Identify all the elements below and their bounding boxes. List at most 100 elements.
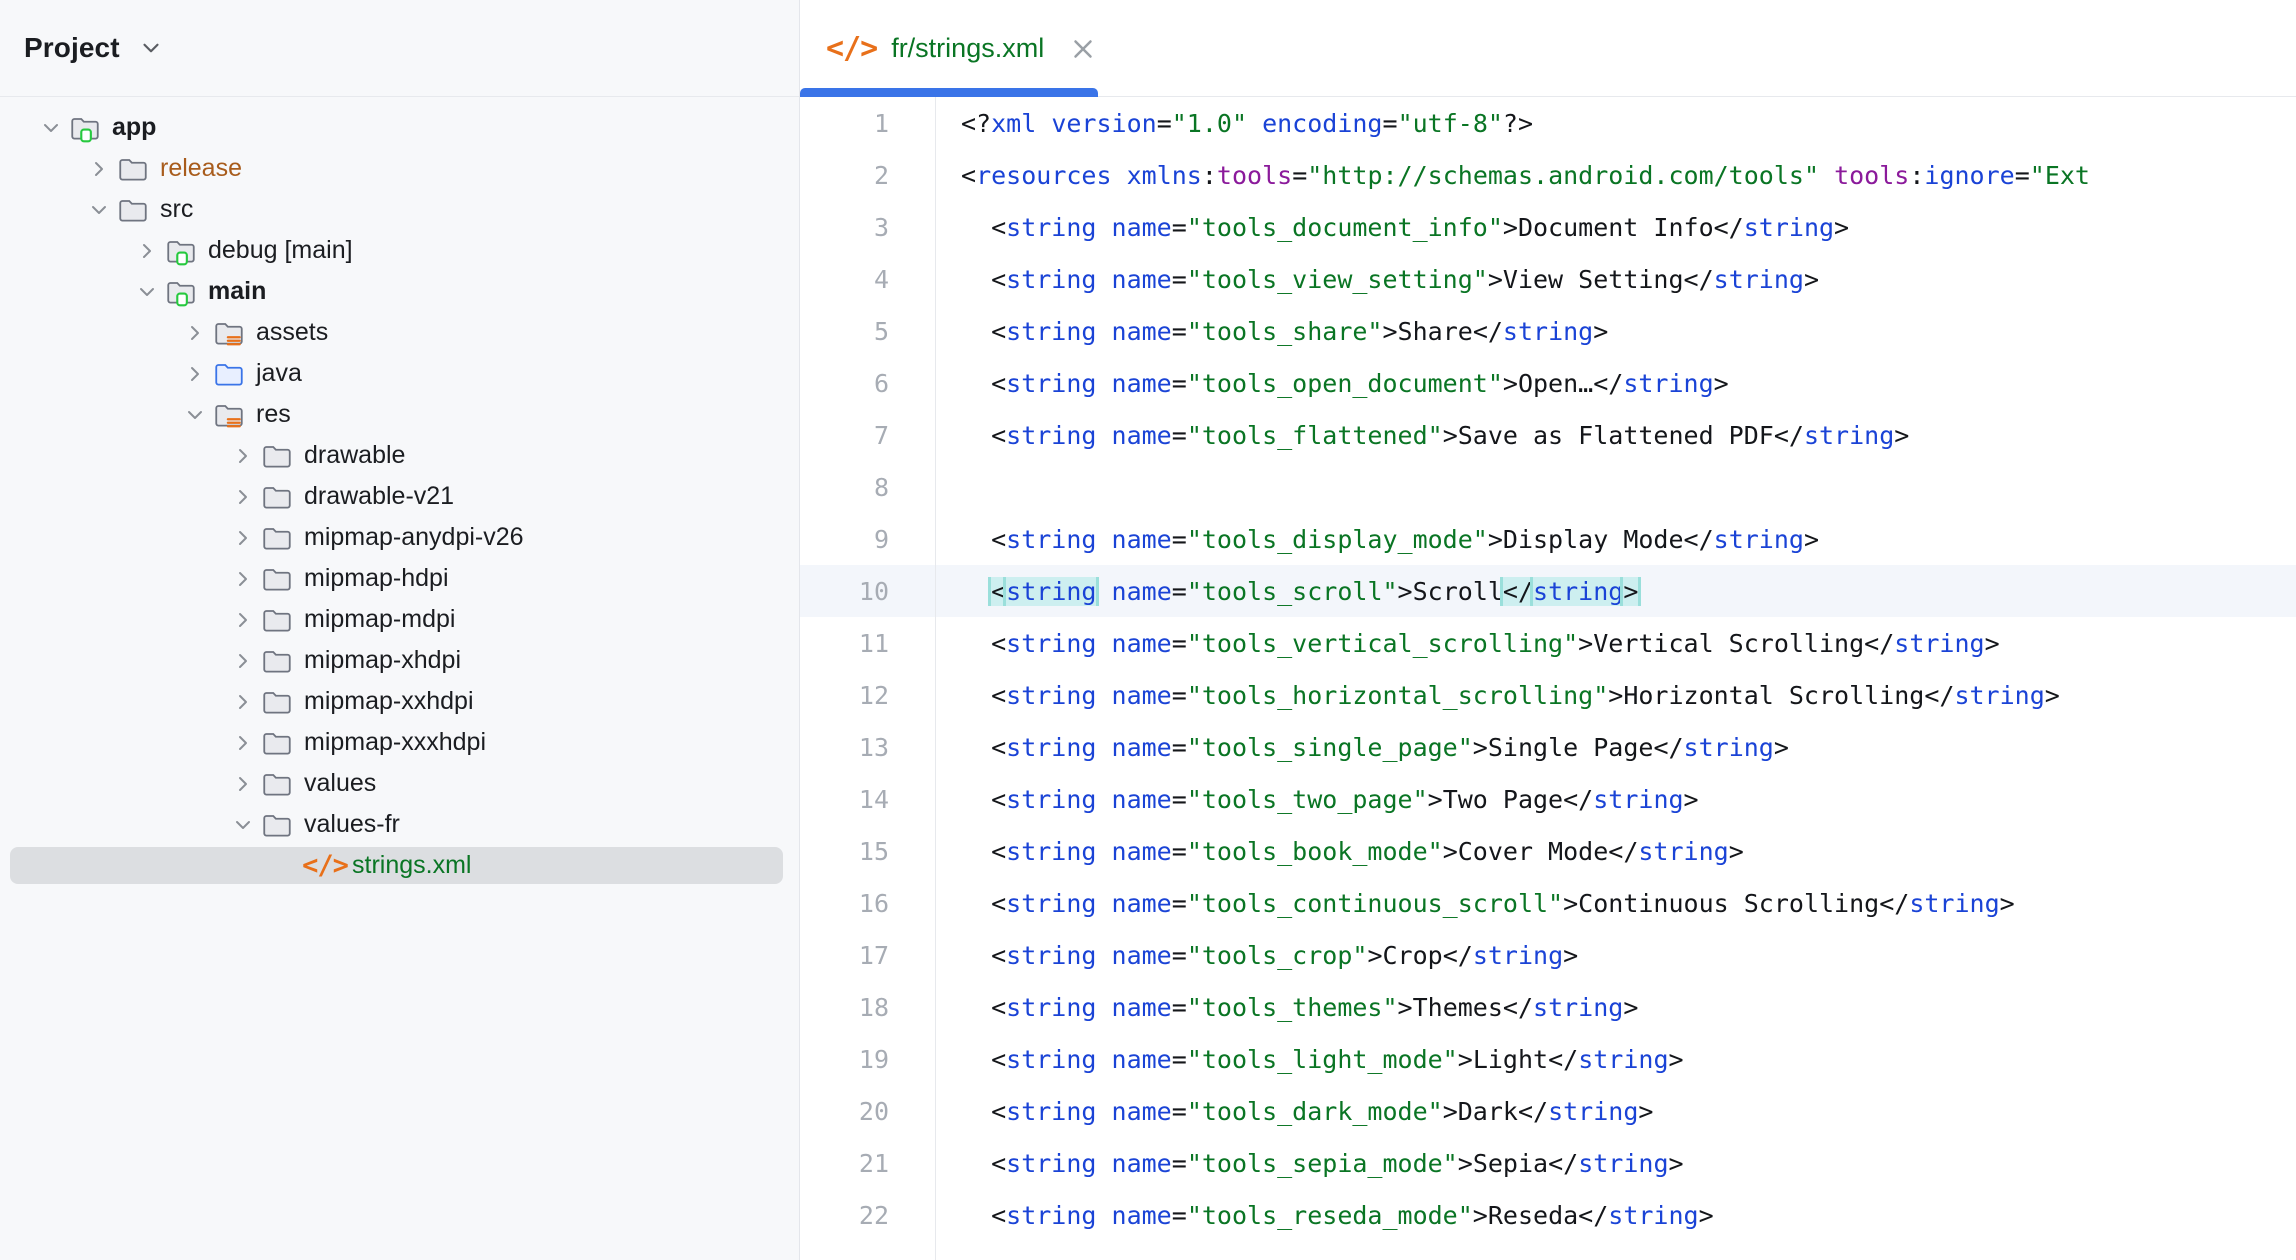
line-number: 6 [873, 368, 889, 398]
code-token: < [961, 212, 1007, 242]
tree-item-mipmap-xxxhdpi[interactable]: mipmap-xxxhdpi [0, 722, 799, 763]
code-token: </ [1683, 264, 1714, 294]
tree-item-release[interactable]: release [0, 148, 799, 189]
code-line[interactable]: 4 <string name="tools_view_setting">View… [800, 253, 2296, 305]
tree-item-mipmap-xhdpi[interactable]: mipmap-xhdpi [0, 640, 799, 681]
code-line[interactable]: 22 <string name="tools_reseda_mode">Rese… [800, 1189, 2296, 1241]
tree-item-mipmap-mdpi[interactable]: mipmap-mdpi [0, 599, 799, 640]
code-token: = [1171, 420, 1187, 450]
tree-item-src[interactable]: src [0, 189, 799, 230]
code-token: </ [1442, 940, 1473, 970]
code-token: string [1909, 888, 2000, 918]
tree-item-mipmap-anydpi-v26[interactable]: mipmap-anydpi-v26 [0, 517, 799, 558]
chevron-down-icon[interactable] [178, 398, 212, 432]
chevron-down-icon[interactable] [130, 275, 164, 309]
code-line[interactable]: 9 <string name="tools_display_mode">Disp… [800, 513, 2296, 565]
project-panel-header[interactable]: Project [0, 0, 799, 97]
line-number: 16 [858, 888, 889, 918]
chevron-down-icon[interactable] [82, 193, 116, 227]
code-line[interactable]: 1 <?xml version="1.0" encoding="utf-8"?> [800, 97, 2296, 149]
chevron-right-icon[interactable] [226, 521, 260, 555]
code-line[interactable]: 15 <string name="tools_book_mode">Cover … [800, 825, 2296, 877]
chevron-right-icon[interactable] [226, 439, 260, 473]
tree-item-mipmap-hdpi[interactable]: mipmap-hdpi [0, 558, 799, 599]
chevron-right-icon[interactable] [226, 726, 260, 760]
tree-item-drawable[interactable]: drawable [0, 435, 799, 476]
code-line[interactable]: 11 <string name="tools_vertical_scrollin… [800, 617, 2296, 669]
code-token: tools [1216, 160, 1293, 190]
code-token: string [1006, 1096, 1097, 1126]
chevron-right-icon[interactable] [226, 562, 260, 596]
code-token: string [1006, 732, 1097, 762]
code-line[interactable]: 8 [800, 461, 2296, 513]
tree-item-assets[interactable]: assets [0, 312, 799, 353]
tree-item-content: mipmap-xxhdpi [226, 685, 474, 719]
tree-item-strings-xml[interactable]: </> strings.xml [0, 845, 799, 886]
chevron-right-icon[interactable] [82, 152, 116, 186]
tree-item-java[interactable]: java [0, 353, 799, 394]
chevron-right-icon[interactable] [178, 316, 212, 350]
code-token: </ [1879, 888, 1910, 918]
code-line[interactable]: 19 <string name="tools_light_mode">Light… [800, 1033, 2296, 1085]
line-number: 9 [873, 524, 889, 554]
code-line[interactable]: 2 <resources xmlns:tools="http://schemas.… [800, 149, 2296, 201]
tree-item-drawable-v21[interactable]: drawable-v21 [0, 476, 799, 517]
tree-item-mipmap-xxhdpi[interactable]: mipmap-xxhdpi [0, 681, 799, 722]
code-line[interactable]: 6 <string name="tools_open_document">Ope… [800, 357, 2296, 409]
chevron-down-icon[interactable] [226, 808, 260, 842]
code-line[interactable]: 17 <string name="tools_crop">Crop</strin… [800, 929, 2296, 981]
tree-item-values-fr[interactable]: values-fr [0, 804, 799, 845]
code-token: string [1608, 1200, 1699, 1230]
code-token: Continuous Scrolling [1578, 888, 1880, 918]
tree-item-debug-main[interactable]: debug [main] [0, 230, 799, 271]
tree-item-values[interactable]: values [0, 763, 799, 804]
chevron-right-icon[interactable] [226, 767, 260, 801]
code-line[interactable]: 5 <string name="tools_share">Share</stri… [800, 305, 2296, 357]
code-token: Single Page [1487, 732, 1654, 762]
code-line[interactable]: 3 <string name="tools_document_info">Doc… [800, 201, 2296, 253]
code-line[interactable]: 10 <string name="tools_scroll">Scroll</s… [800, 565, 2296, 617]
code-line[interactable]: 7 <string name="tools_flattened">Save as… [800, 409, 2296, 461]
chevron-right-icon[interactable] [130, 234, 164, 268]
code-token: string [1006, 836, 1097, 866]
close-icon[interactable] [1068, 34, 1098, 64]
code-line[interactable]: 21 <string name="tools_sepia_mode">Sepia… [800, 1137, 2296, 1189]
code-line[interactable]: 16 <string name="tools_continuous_scroll… [800, 877, 2296, 929]
folder-icon [260, 603, 294, 637]
chevron-right-icon[interactable] [178, 357, 212, 391]
code-token: string [1743, 212, 1835, 242]
code-token: name [1111, 836, 1172, 866]
source-folder-icon [212, 357, 246, 391]
code-line[interactable]: 18 <string name="tools_themes">Themes</s… [800, 981, 2296, 1033]
code-token: > [1502, 368, 1518, 398]
chevron-down-icon[interactable] [138, 35, 164, 61]
chevron-right-icon[interactable] [226, 603, 260, 637]
code-line[interactable]: 13 <string name="tools_single_page">Sing… [800, 721, 2296, 773]
code-token: "tools_document_info" [1186, 212, 1503, 242]
chevron-right-icon[interactable] [226, 644, 260, 678]
code-token: < [961, 888, 1007, 918]
folder-icon [260, 644, 294, 678]
code-token: > [1623, 992, 1639, 1022]
code-editor[interactable]: 1 <?xml version="1.0" encoding="utf-8"?> 2… [800, 97, 2296, 1260]
code-line[interactable]: 14 <string name="tools_two_page">Two Pag… [800, 773, 2296, 825]
code-token: = [1171, 1044, 1187, 1074]
folder-icon [116, 152, 150, 186]
folder-icon [116, 193, 150, 227]
tree-item-main[interactable]: main [0, 271, 799, 312]
chevron-down-icon[interactable] [34, 111, 68, 145]
code-line[interactable]: 20 <string name="tools_dark_mode">Dark</… [800, 1085, 2296, 1137]
line-number: 15 [858, 836, 889, 866]
matching-tag-highlight: string [1533, 576, 1624, 606]
code-token: < [961, 1200, 1007, 1230]
tree-item-res[interactable]: res [0, 394, 799, 435]
editor-tab-fr-strings[interactable]: </> fr/strings.xml [800, 0, 1124, 97]
tree-item-app[interactable]: app [0, 107, 799, 148]
chevron-right-icon[interactable] [226, 480, 260, 514]
tree-item-content: mipmap-hdpi [226, 562, 449, 596]
code-line[interactable]: 12 <string name="tools_horizontal_scroll… [800, 669, 2296, 721]
chevron-right-icon[interactable] [226, 685, 260, 719]
code-token: = [1171, 992, 1187, 1022]
